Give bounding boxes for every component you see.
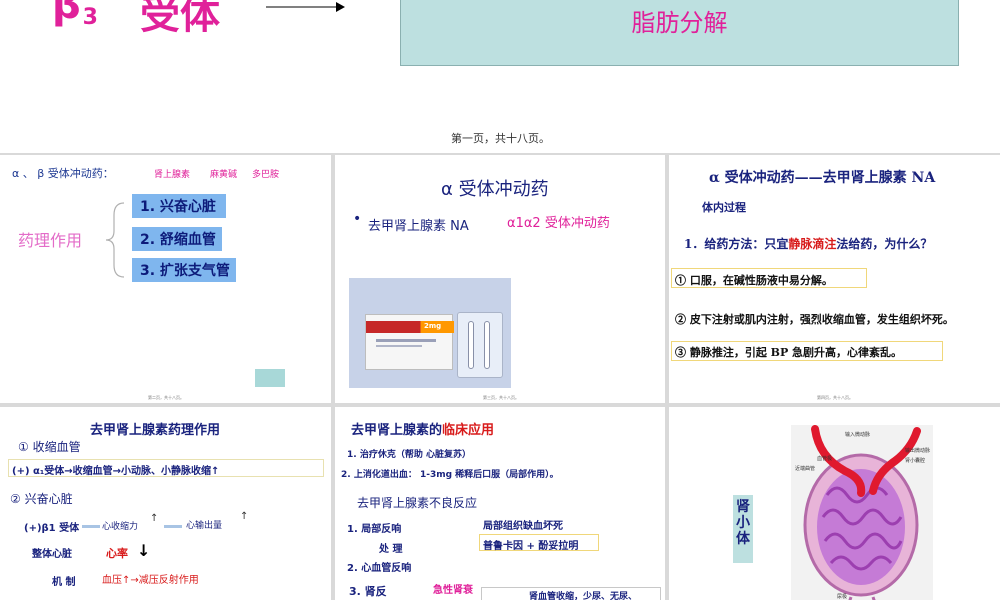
- question-line: 1．给药方法：只宜静脉滴注法给药，为什么？: [684, 237, 933, 251]
- beta1-receptor: (+)β1 受体: [24, 523, 80, 534]
- drug-box: 2mg: [365, 314, 454, 370]
- box-lines: [376, 339, 436, 342]
- adverse-local: 1. 局部反响: [347, 524, 402, 535]
- lipolysis-box: 脂肪分解: [400, 0, 959, 66]
- effect-item-vessels: 2. 舒缩血管: [132, 227, 222, 251]
- down-arrow-icon: ↓: [137, 541, 151, 560]
- drug-name: 去甲肾上腺素 NA: [368, 219, 469, 234]
- callout-vascular-pole: 血管极: [817, 456, 833, 462]
- effect-item-heart: 1. 兴奋心脏: [132, 194, 226, 218]
- slide-panel-2[interactable]: α 、 β 受体冲动药： 肾上腺素 麻黄碱 多巴胺 药理作用 1. 兴奋心脏 2…: [0, 155, 331, 403]
- treatment: 处 理: [379, 544, 403, 555]
- vessels-detail: (+) α₁受体→收缩血管→小动脉、小静脉收缩↑: [12, 466, 220, 477]
- panel-footer: 第三页，共十八页。: [483, 395, 519, 400]
- panel-subtitle: 体内过程: [702, 201, 746, 214]
- heading-prefix: α 、 β 受体冲动药：: [12, 167, 114, 180]
- pharm-label: 药理作用: [18, 231, 83, 250]
- renal-right: 肾血管收缩，少尿、无尿、: [529, 592, 638, 600]
- cardiac-output: 心输出量: [186, 521, 223, 531]
- up-arrow-icon: ↑: [240, 511, 249, 522]
- brace-icon: [105, 202, 125, 278]
- receptor-label: 受体: [140, 0, 220, 38]
- adverse-local-right: 局部组织缺血坏死: [483, 521, 563, 532]
- panel-title: 去甲肾上腺素药理作用: [90, 423, 221, 438]
- slide-panel-7[interactable]: 肾小体 输入微动脉 输出微动脉 肾小囊腔 近端曲管 血管极 尿极: [669, 407, 1000, 600]
- slide-panel-5[interactable]: 去甲肾上腺素药理作用 ① 收缩血管 (+) α₁受体→收缩血管→小动脉、小静脉收…: [0, 407, 331, 600]
- callout-proximal-tubule: 近端曲管: [795, 466, 816, 472]
- ampoule-2: [484, 321, 490, 369]
- receptor-type: α1α2 受体冲动药: [507, 216, 610, 231]
- heart-rate: 心率: [106, 547, 128, 560]
- drug-ephedrine: 麻黄碱: [210, 170, 238, 180]
- slide-panel-3[interactable]: α 受体冲动药 • 去甲肾上腺素 NA α1α2 受体冲动药 2mg 第三页，共…: [335, 155, 665, 403]
- arrow-connector-1: [82, 525, 100, 528]
- renal-corpuscle-label: 肾小体: [736, 499, 750, 547]
- treatment-right: 普鲁卡因 + 酚妥拉明: [483, 541, 579, 552]
- beta-symbol: β3: [52, 0, 98, 30]
- adverse-renal: 3. 肾反: [349, 585, 387, 598]
- use-bleeding: 2. 上消化道出血： 1-3mg 稀释后口服（局部作用）。: [341, 470, 559, 480]
- callout-efferent: 输出微动脉: [905, 448, 931, 454]
- acute-renal-failure: 急性肾衰: [433, 585, 473, 596]
- bp-reflex: 血压↑→减压反射作用: [102, 575, 199, 586]
- drug-dopamine: 多巴胺: [252, 170, 280, 180]
- effect-item-bronchi: 3. 扩张支气管: [132, 258, 236, 282]
- section-vessels: ① 收缩血管: [18, 440, 81, 454]
- drug-epinephrine: 肾上腺素: [154, 170, 191, 180]
- box-lines-2: [376, 345, 422, 347]
- panel-footer: 第四页，共十八页。: [817, 395, 853, 400]
- teal-square: [255, 369, 285, 387]
- panel-footer: 第二页，共十八页。: [148, 395, 184, 400]
- callout-urinary-pole: 尿极: [837, 594, 848, 600]
- box-label: 2mg: [424, 322, 442, 330]
- slide-panel-6[interactable]: 去甲肾上腺素的临床应用 1. 治疗休克（帮助 心脏复苏） 2. 上消化道出血： …: [335, 407, 665, 600]
- lipolysis-text: 脂肪分解: [631, 9, 728, 37]
- panel-title: α 受体冲动药: [441, 179, 549, 200]
- ampoule-tray: [457, 312, 503, 378]
- reason-1: ① 口服，在碱性肠液中易分解。: [675, 274, 833, 287]
- whole-heart: 整体心脏: [32, 549, 72, 560]
- panel-title: 去甲肾上腺素的临床应用: [351, 423, 495, 438]
- ampoule-1: [468, 321, 474, 369]
- section-heart: ② 兴奋心脏: [10, 492, 73, 506]
- reason-2: ② 皮下注射或肌内注射，强烈收缩血管，发生组织坏死。: [675, 313, 954, 326]
- callout-afferent: 输入微动脉: [845, 432, 871, 438]
- use-shock: 1. 治疗休克（帮助 心脏复苏）: [347, 450, 471, 460]
- panel-title: α 受体冲动药——去甲肾上腺素 NA: [709, 170, 936, 186]
- slide-panel-4[interactable]: α 受体冲动药——去甲肾上腺素 NA 体内过程 1．给药方法：只宜静脉滴注法给药…: [669, 155, 1000, 403]
- reason-3: ③ 静脉推注，引起 BP 急剧升高，心律紊乱。: [675, 346, 903, 359]
- mechanism: 机 制: [52, 577, 76, 588]
- bullet-dot: •: [353, 211, 362, 227]
- adverse-heading: 去甲肾上腺素不良反应: [357, 496, 478, 510]
- up-arrow-icon: ↑: [150, 513, 159, 524]
- callout-capsule-space: 肾小囊腔: [905, 458, 926, 464]
- arrow-icon: [266, 2, 345, 12]
- arrow-connector-2: [164, 525, 182, 528]
- top-slide: β3 受体 脂肪分解 第一页，共十八页。: [0, 0, 1000, 153]
- drug-box-photo: 2mg: [349, 278, 511, 388]
- contractility: 心收缩力: [102, 522, 139, 532]
- page-caption: 第一页，共十八页。: [451, 132, 550, 145]
- adverse-cardio: 2. 心血管反响: [347, 563, 412, 574]
